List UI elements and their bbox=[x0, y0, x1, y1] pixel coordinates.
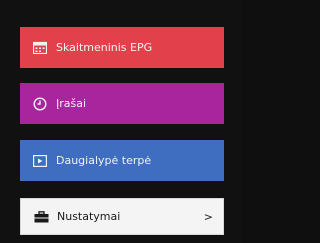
main-menu: Skaitmeninis EPG Įrašai Daugialypė terpė bbox=[0, 0, 241, 243]
menu-item-label: Įrašai bbox=[56, 97, 87, 110]
menu-item-label: Daugialypė terpė bbox=[56, 154, 152, 167]
clock-icon bbox=[32, 96, 48, 112]
menu-item-multimedia[interactable]: Daugialypė terpė bbox=[20, 140, 224, 181]
calendar-icon bbox=[32, 40, 48, 56]
toolbox-icon bbox=[33, 209, 49, 225]
menu-item-recordings[interactable]: Įrašai bbox=[20, 83, 224, 124]
menu-item-epg[interactable]: Skaitmeninis EPG bbox=[20, 27, 224, 68]
menu-item-label: Nustatymai bbox=[57, 210, 121, 223]
media-icon bbox=[32, 153, 48, 169]
chevron-right-icon: > bbox=[203, 210, 213, 223]
menu-item-settings[interactable]: Nustatymai > bbox=[20, 198, 224, 235]
menu-item-label: Skaitmeninis EPG bbox=[56, 41, 153, 54]
